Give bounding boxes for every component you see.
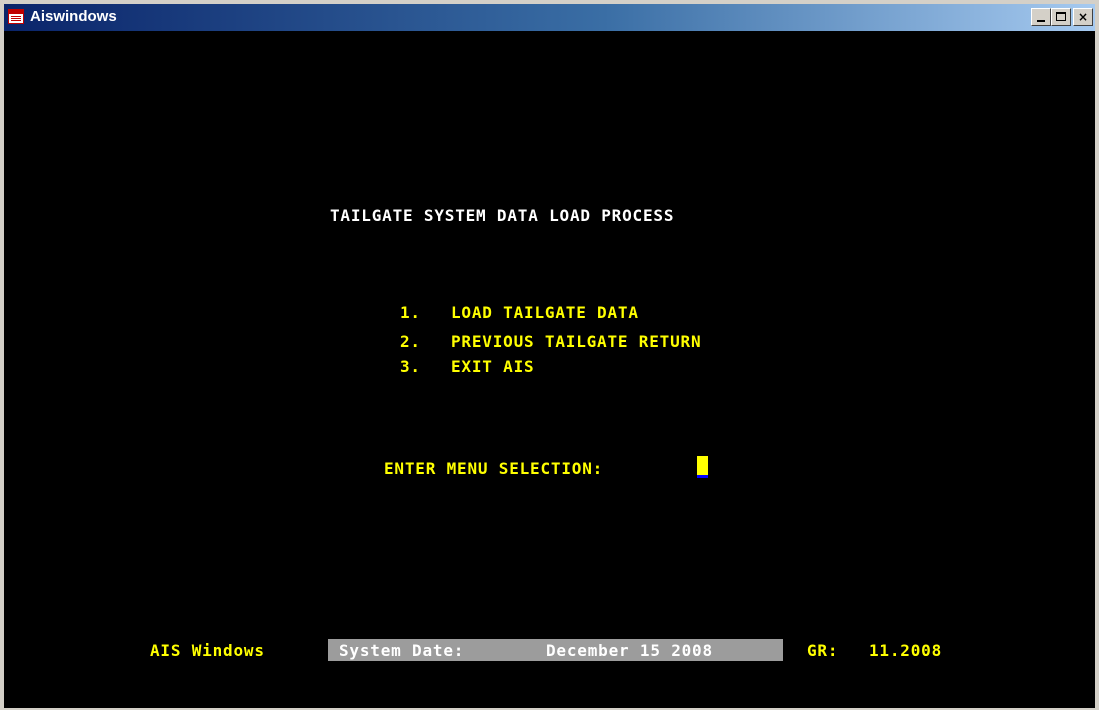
- app-window: Aiswindows × TAILGATE SYSTEM DATA LOAD P…: [0, 0, 1099, 710]
- app-window-icon[interactable]: [8, 9, 24, 24]
- menu-selection-prompt: ENTER MENU SELECTION:: [384, 459, 604, 478]
- menu-item-1-label: LOAD TAILGATE DATA: [451, 303, 639, 322]
- title-bar[interactable]: Aiswindows ×: [4, 4, 1095, 31]
- menu-item-2-number: 2.: [400, 332, 421, 351]
- maximize-button[interactable]: [1051, 8, 1071, 26]
- minimize-button[interactable]: [1031, 8, 1051, 26]
- gr-label: GR:: [807, 641, 839, 660]
- terminal-screen[interactable]: TAILGATE SYSTEM DATA LOAD PROCESS 1. LOA…: [4, 31, 1095, 708]
- system-date-label: System Date:: [339, 641, 465, 660]
- gr-value: 11.2008: [869, 641, 943, 660]
- system-date-box: System Date: December 15 2008: [328, 639, 783, 661]
- menu-item-3-label: EXIT AIS: [451, 357, 535, 376]
- menu-item-3-number: 3.: [400, 357, 421, 376]
- minimize-icon: [1037, 20, 1045, 22]
- close-icon: ×: [1077, 10, 1089, 24]
- menu-item-1-number: 1.: [400, 303, 421, 322]
- maximize-icon: [1056, 12, 1066, 21]
- menu-selection-input[interactable]: [697, 456, 708, 478]
- menu-item-2-label: PREVIOUS TAILGATE RETURN: [451, 332, 702, 351]
- menu-heading: TAILGATE SYSTEM DATA LOAD PROCESS: [330, 206, 675, 225]
- system-date-value: December 15 2008: [546, 641, 713, 660]
- close-button[interactable]: ×: [1073, 8, 1093, 26]
- window-title: Aiswindows: [30, 8, 117, 25]
- status-app-name: AIS Windows: [150, 641, 265, 660]
